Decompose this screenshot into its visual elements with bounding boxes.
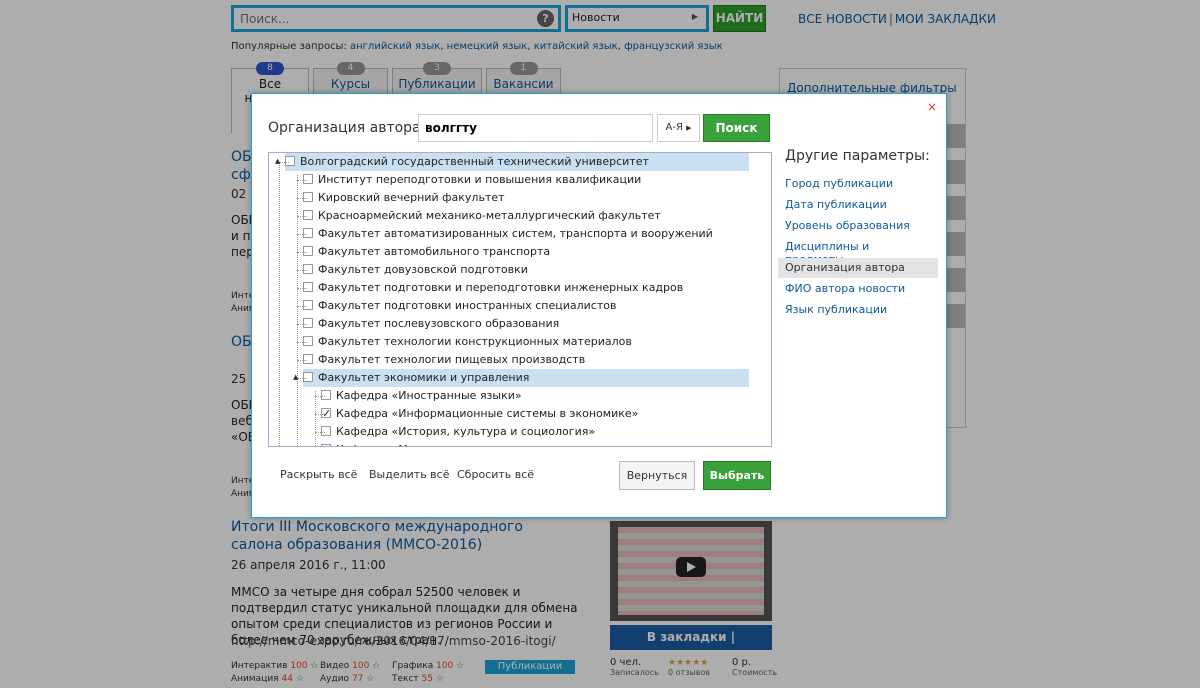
tree-checkbox[interactable] — [321, 405, 331, 423]
tree-connector — [297, 288, 307, 289]
org-tree[interactable]: Волгоградский государственный технически… — [268, 152, 772, 447]
tree-node[interactable]: Кафедра «Информационные системы в эконом… — [321, 405, 638, 423]
tree-node[interactable]: Факультет автомобильного транспорта — [303, 243, 550, 261]
tree-checkbox[interactable] — [321, 390, 331, 400]
side-param-item[interactable]: Организация автора — [778, 258, 938, 278]
tree-checkbox[interactable] — [303, 246, 313, 256]
back-button[interactable]: Вернуться — [619, 461, 695, 490]
tree-checkbox[interactable] — [321, 426, 331, 436]
tree-checkbox[interactable] — [285, 156, 295, 166]
expand-all-link[interactable]: Раскрыть всё — [280, 468, 357, 481]
side-param-item[interactable]: Уровень образования — [778, 216, 938, 236]
tree-node-label: Кировский вечерний факультет — [318, 191, 505, 204]
tree-node[interactable]: Факультет послевузовского образования — [303, 315, 559, 333]
tree-checkbox[interactable] — [303, 300, 313, 310]
tree-checkbox[interactable] — [303, 372, 313, 382]
tree-node[interactable]: Кировский вечерний факультет — [303, 189, 505, 207]
tree-connector — [279, 162, 289, 163]
reset-all-link[interactable]: Сбросить всё — [457, 468, 534, 481]
tree-connector — [297, 180, 307, 181]
tree-node[interactable]: Кафедра «М — [321, 441, 408, 446]
tree-connector — [297, 234, 307, 235]
tree-node[interactable]: Факультет довузовской подготовки — [303, 261, 528, 279]
side-param-item[interactable]: Дисциплины и предметы — [778, 237, 938, 266]
tree-node-label: Кафедра «Иностранные языки» — [336, 389, 522, 402]
tree-node[interactable]: Факультет подготовки и переподготовки ин… — [303, 279, 683, 297]
tree-node[interactable]: Кафедра «Иностранные языки» — [321, 387, 522, 405]
tree-node-label: Факультет автомобильного транспорта — [318, 245, 551, 258]
tree-node-label: Факультет экономики и управления — [318, 371, 530, 384]
select-all-link[interactable]: Выделить всё — [369, 468, 449, 481]
tree-node-label: Факультет технологии конструкционных мат… — [318, 335, 632, 348]
tree-line — [315, 391, 316, 446]
sort-az-button[interactable]: А-Я ▶ — [657, 114, 700, 142]
author-org-dialog: × Организация автора: А-Я ▶ Поиск Волгог… — [251, 93, 947, 518]
tree-connector — [297, 306, 307, 307]
side-param-item[interactable]: Дата публикации — [778, 195, 938, 215]
tree-node-label: Факультет послевузовского образования — [318, 317, 560, 330]
tree-connector — [297, 198, 307, 199]
tree-checkbox[interactable] — [303, 318, 313, 328]
page: ? Новости ▶ НАЙТИ ВСЕ НОВОСТИ|МОИ ЗАКЛАД… — [0, 0, 1200, 688]
tree-node[interactable]: Факультет технологии пищевых производств — [303, 351, 585, 369]
side-param-item[interactable]: Язык публикации — [778, 300, 938, 320]
tree-node[interactable]: Кафедра «История, культура и социология» — [321, 423, 595, 441]
tree-node-label: Факультет автоматизированных систем, тра… — [318, 227, 713, 240]
tree-node[interactable]: Красноармейский механико-металлургически… — [303, 207, 661, 225]
tree-node[interactable]: Факультет автоматизированных систем, тра… — [303, 225, 713, 243]
tree-connector — [315, 396, 325, 397]
tree-node-label: Кафедра «История, культура и социология» — [336, 425, 596, 438]
tree-checkbox[interactable] — [303, 336, 313, 346]
dialog-search-button[interactable]: Поиск — [703, 114, 770, 142]
tree-checkbox[interactable] — [303, 174, 313, 184]
tree-line — [279, 163, 280, 446]
tree-connector — [297, 342, 307, 343]
tree-node-label: Институт переподготовки и повышения квал… — [318, 173, 642, 186]
tree-node-label: Кафедра «Информационные системы в эконом… — [336, 407, 639, 420]
tree-node-label: Факультет подготовки иностранных специал… — [318, 299, 617, 312]
side-param-item[interactable]: ФИО автора новости — [778, 279, 938, 299]
tree-node-label: Факультет подготовки и переподготовки ин… — [318, 281, 684, 294]
tree-checkbox[interactable] — [321, 444, 331, 446]
tree-node-label: Красноармейский механико-металлургически… — [318, 209, 661, 222]
triangle-right-icon: ▶ — [686, 124, 692, 132]
tree-node[interactable]: Факультет подготовки иностранных специал… — [303, 297, 616, 315]
tree-checkbox[interactable] — [303, 228, 313, 238]
side-param-item[interactable]: Город публикации — [778, 174, 938, 194]
tree-connector — [297, 252, 307, 253]
tree-node[interactable]: Факультет экономики и управления — [303, 369, 749, 387]
tree-connector — [297, 324, 307, 325]
sort-label: А-Я — [665, 122, 683, 133]
collapse-icon[interactable]: ▲ — [293, 373, 298, 381]
tree-checkbox[interactable] — [303, 264, 313, 274]
tree-connector — [297, 216, 307, 217]
tree-connector — [315, 414, 325, 415]
tree-node-label: Факультет технологии пищевых производств — [318, 353, 586, 366]
dialog-label: Организация автора: — [268, 120, 426, 136]
tree-checkbox[interactable] — [303, 282, 313, 292]
tree-checkbox[interactable] — [303, 210, 313, 220]
org-search-input[interactable] — [418, 114, 653, 142]
tree-connector — [315, 432, 325, 433]
tree-node[interactable]: Факультет технологии конструкционных мат… — [303, 333, 632, 351]
tree-node-label: Волгоградский государственный технически… — [300, 155, 649, 168]
tree-connector — [297, 378, 307, 379]
tree-checkbox[interactable] — [303, 192, 313, 202]
tree-node-label: Кафедра «М — [336, 443, 408, 446]
tree-node[interactable]: Институт переподготовки и повышения квал… — [303, 171, 641, 189]
tree-node[interactable]: Волгоградский государственный технически… — [285, 153, 749, 171]
close-icon[interactable]: × — [927, 100, 937, 114]
tree-connector — [297, 270, 307, 271]
other-params-title: Другие параметры: — [785, 148, 930, 164]
tree-checkbox[interactable] — [303, 354, 313, 364]
collapse-icon[interactable]: ▲ — [275, 157, 280, 165]
choose-button[interactable]: Выбрать — [703, 461, 771, 490]
tree-connector — [297, 360, 307, 361]
tree-node-label: Факультет довузовской подготовки — [318, 263, 528, 276]
